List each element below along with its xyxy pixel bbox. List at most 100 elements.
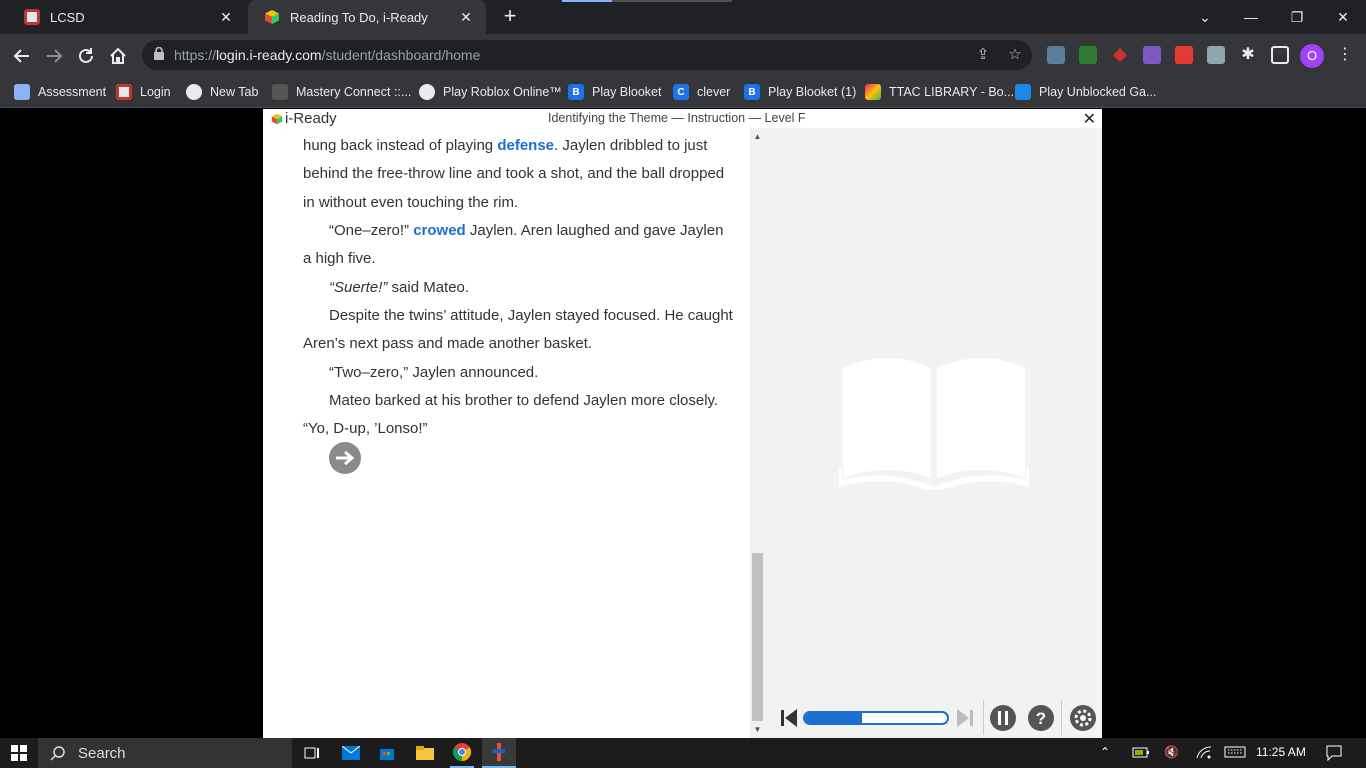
bookmark-label: Play Blooket (1) xyxy=(768,85,857,99)
bookmark-assessment[interactable]: Assessment xyxy=(14,82,106,102)
show-hidden-icons-icon[interactable]: ⌃ xyxy=(1100,745,1110,761)
side-panel-icon[interactable] xyxy=(1271,46,1289,64)
home-icon[interactable] xyxy=(104,42,132,70)
passage-paragraph: Despite the twins’ attitude, Jaylen stay… xyxy=(303,302,733,359)
windows-start-icon[interactable] xyxy=(8,738,30,768)
bookmark-label: Play Blooket xyxy=(592,85,662,99)
forward-icon[interactable] xyxy=(40,42,68,70)
url-text[interactable]: https://login.i-ready.com/student/dashbo… xyxy=(174,47,480,63)
lcsd-icon xyxy=(116,84,132,100)
bookmark-label: Play Unblocked Ga... xyxy=(1039,85,1157,99)
mail-icon[interactable] xyxy=(339,738,363,768)
tab-title: LCSD xyxy=(50,9,85,25)
battery-icon[interactable] xyxy=(1132,745,1150,761)
new-tab-button[interactable]: + xyxy=(498,5,522,29)
chrome-icon xyxy=(186,84,202,100)
unblocked-icon xyxy=(1015,84,1031,100)
bookmark-new-tab[interactable]: New Tab xyxy=(186,82,258,102)
share-icon[interactable]: ⇪ xyxy=(974,46,992,64)
minimize-icon[interactable]: — xyxy=(1228,0,1274,34)
clever-icon: C xyxy=(673,84,689,100)
scroll-up-icon[interactable]: ▲ xyxy=(753,132,762,141)
restart-button[interactable] xyxy=(775,704,803,732)
extension-icon[interactable] xyxy=(1175,46,1193,64)
extension-icon[interactable] xyxy=(1111,46,1129,64)
chrome-taskbar-icon[interactable] xyxy=(450,738,474,768)
arrow-right-icon xyxy=(336,450,355,466)
close-lesson-button[interactable]: ✕ xyxy=(1083,109,1096,129)
extensions-puzzle-icon[interactable]: ✱ xyxy=(1239,46,1257,64)
illustration-panel xyxy=(765,128,1102,697)
extension-icon[interactable] xyxy=(1207,46,1225,64)
close-tab-icon[interactable]: ✕ xyxy=(218,9,234,26)
separator xyxy=(983,700,984,735)
file-explorer-icon[interactable] xyxy=(413,738,437,768)
skip-back-icon xyxy=(781,709,797,727)
active-app-taskbar-icon[interactable] xyxy=(482,738,516,768)
profile-avatar[interactable]: O xyxy=(1300,44,1324,68)
task-view-icon[interactable] xyxy=(300,738,324,768)
blooket-icon: B xyxy=(568,84,584,100)
passage-text: hung back instead of playing xyxy=(303,137,498,154)
close-tab-icon[interactable]: ✕ xyxy=(458,9,474,26)
notifications-icon[interactable] xyxy=(1326,745,1342,762)
close-window-icon[interactable]: ✕ xyxy=(1320,0,1366,34)
keyboard-icon[interactable] xyxy=(1224,745,1246,761)
passage-paragraph: “Suerte!” said Mateo. xyxy=(303,274,733,302)
scrollbar-thumb[interactable] xyxy=(752,553,763,721)
player-controls: ? xyxy=(765,697,1102,738)
extension-icon[interactable] xyxy=(1079,46,1097,64)
passage-text: “Suerte!” xyxy=(329,279,388,296)
bookmark-star-icon[interactable]: ☆ xyxy=(1006,46,1024,64)
svg-text:?: ? xyxy=(1036,709,1046,728)
pause-button[interactable] xyxy=(989,704,1017,732)
volume-muted-icon[interactable]: 🔇 xyxy=(1164,745,1179,761)
passage-text: “Two–zero,” Jaylen announced. xyxy=(329,364,539,381)
iready-lesson-player: i-Ready Identifying the Theme — Instruct… xyxy=(263,109,1102,738)
extension-icon[interactable] xyxy=(1143,46,1161,64)
restore-icon[interactable]: ❐ xyxy=(1274,0,1320,34)
iready-favicon-icon xyxy=(264,9,280,25)
bookmark-label: Login xyxy=(140,85,171,99)
browser-menu-icon[interactable]: ⋮ xyxy=(1336,46,1354,64)
bookmark-label: TTAC LIBRARY - Bo... xyxy=(889,85,1015,99)
help-button[interactable]: ? xyxy=(1027,704,1055,732)
back-icon[interactable] xyxy=(8,42,36,70)
next-arrow-button[interactable] xyxy=(329,442,361,474)
bookmark-blooket[interactable]: B Play Blooket xyxy=(568,82,661,102)
vocab-word-defense[interactable]: defense xyxy=(497,137,554,154)
skip-forward-icon xyxy=(957,709,973,727)
passage-paragraph: “One–zero!” crowed Jaylen. Aren laughed … xyxy=(303,217,733,274)
bookmark-ttac-library[interactable]: TTAC LIBRARY - Bo... xyxy=(865,82,1014,102)
tab-lcsd[interactable]: LCSD ✕ xyxy=(8,0,246,34)
address-bar[interactable]: https://login.i-ready.com/student/dashbo… xyxy=(142,40,1032,70)
reload-icon[interactable] xyxy=(72,42,100,70)
passage-scrollbar[interactable]: ▲ ▼ xyxy=(750,128,765,738)
scroll-down-icon[interactable]: ▼ xyxy=(753,725,762,734)
extension-icon[interactable] xyxy=(1047,46,1065,64)
tab-loading-track xyxy=(612,0,732,2)
bookmark-roblox[interactable]: Play Roblox Online™ xyxy=(419,82,562,102)
vocab-word-crowed[interactable]: crowed xyxy=(413,222,466,239)
iready-logo: i-Ready xyxy=(271,109,337,128)
settings-button[interactable] xyxy=(1069,704,1097,732)
pause-icon xyxy=(990,705,1016,731)
bookmark-unblocked-games[interactable]: Play Unblocked Ga... xyxy=(1015,82,1156,102)
bookmark-login[interactable]: Login xyxy=(116,82,171,102)
passage-text: said Mateo. xyxy=(387,279,470,296)
search-label: Search xyxy=(78,744,126,762)
passage-paragraph: “Two–zero,” Jaylen announced. xyxy=(303,359,733,387)
ttac-icon xyxy=(865,84,881,100)
store-icon[interactable] xyxy=(375,738,399,768)
wifi-icon[interactable] xyxy=(1196,745,1212,761)
bookmark-mastery-connect[interactable]: Mastery Connect ::... xyxy=(272,82,411,102)
bookmark-clever[interactable]: Cclever xyxy=(673,82,730,102)
globe-icon xyxy=(419,84,435,100)
lock-icon[interactable] xyxy=(154,47,164,60)
tab-search-icon[interactable]: ⌄ xyxy=(1182,0,1228,34)
bookmark-blooket-1[interactable]: B Play Blooket (1) xyxy=(744,82,856,102)
tab-iready[interactable]: Reading To Do, i-Ready ✕ xyxy=(248,0,486,34)
tab-strip: LCSD ✕ Reading To Do, i-Ready ✕ + ⌄ — ❐ … xyxy=(0,0,1366,34)
taskbar-search[interactable]: Search xyxy=(38,738,292,768)
clock[interactable]: 11:25 AM xyxy=(1256,745,1306,759)
